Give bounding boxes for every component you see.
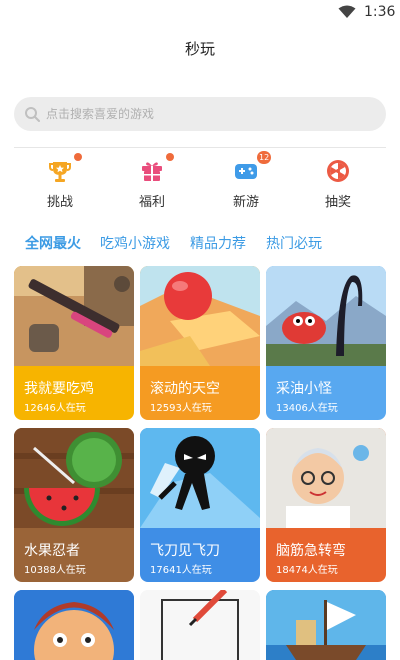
quick-action-label: 挑战 [46,195,73,210]
game-thumbnail [140,590,260,660]
tab-chicken-games[interactable]: 吃鸡小游戏 [100,233,170,253]
gamepad-icon [235,164,257,179]
game-card[interactable]: 我就要吃鸡 12646人在玩 [14,266,134,420]
player-count: 12646人在玩 [24,403,86,414]
game-card[interactable] [140,590,260,660]
status-bar: 1:36 [0,0,400,26]
quick-action-challenge[interactable]: 挑战 [25,153,95,211]
game-card[interactable]: 脑筋急转弯 18474人在玩 [266,428,386,582]
notification-dot [166,153,174,161]
gift-icon [142,162,162,181]
game-card[interactable] [266,590,386,660]
player-count: 12593人在玩 [150,403,212,414]
game-title: 飞刀见飞刀 [150,543,220,559]
game-title: 水果忍者 [24,543,80,559]
quick-action-new-games[interactable]: 12 新游 [211,151,281,211]
player-count: 18474人在玩 [276,565,338,576]
tab-popular[interactable]: 热门必玩 [266,233,322,253]
tab-hottest[interactable]: 全网最火 [25,233,81,253]
search-icon [25,107,40,122]
new-games-count-badge: 12 [257,151,272,164]
game-title: 脑筋急转弯 [276,543,346,559]
player-count: 13406人在玩 [276,403,338,414]
quick-action-lottery[interactable]: 抽奖 [303,157,373,211]
player-count: 10388人在玩 [24,565,86,576]
game-thumbnail [140,428,260,528]
game-thumbnail [14,266,134,366]
game-thumbnail [14,428,134,528]
notification-dot [74,153,82,161]
player-count: 17641人在玩 [150,565,212,576]
game-card[interactable] [14,590,134,660]
trophy-icon [49,162,71,182]
quick-action-label: 抽奖 [324,195,351,210]
wifi-icon [338,5,356,18]
divider [14,147,386,148]
game-card[interactable]: 滚动的天空 12593人在玩 [140,266,260,420]
quick-action-welfare[interactable]: 福利 [117,153,187,211]
game-thumbnail [140,266,260,366]
lottery-wheel-icon [327,160,349,182]
game-title: 我就要吃鸡 [24,381,94,397]
game-title: 采油小怪 [276,381,332,397]
game-card[interactable]: 飞刀见飞刀 17641人在玩 [140,428,260,582]
game-thumbnail [266,428,386,528]
quick-action-label: 新游 [232,195,259,210]
game-title: 滚动的天空 [150,381,220,397]
game-thumbnail [266,590,386,660]
quick-action-label: 福利 [138,195,165,210]
game-thumbnail [14,590,134,660]
clock: 1:36 [364,4,396,20]
search-input[interactable] [46,97,366,131]
game-thumbnail [266,266,386,366]
game-card[interactable]: 采油小怪 13406人在玩 [266,266,386,420]
tab-recommended[interactable]: 精品力荐 [190,233,246,253]
game-card[interactable]: 水果忍者 10388人在玩 [14,428,134,582]
page-title: 秒玩 [184,40,215,58]
search-bar[interactable] [14,97,386,131]
